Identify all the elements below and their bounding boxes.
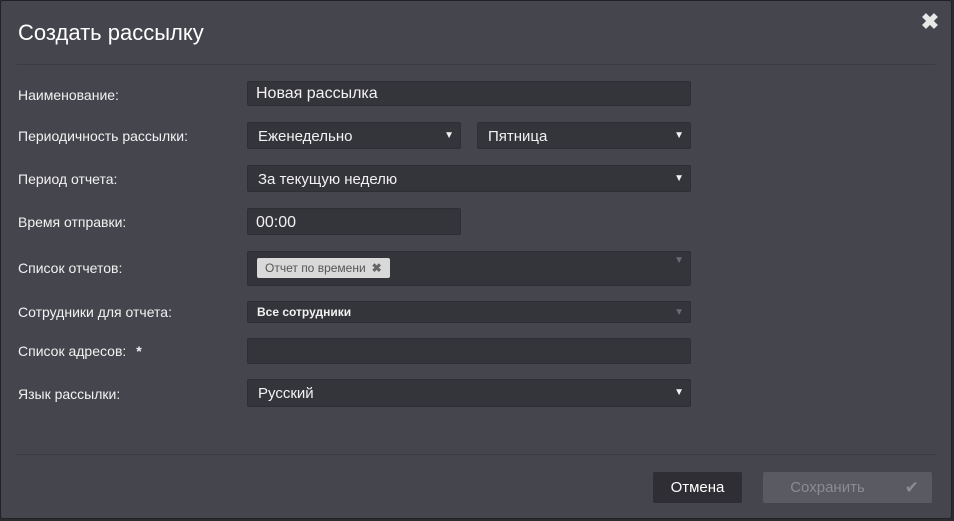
send-time-value: 00:00: [256, 214, 297, 231]
periodicity-select[interactable]: Еженедельно ▼: [247, 122, 461, 149]
report-list-multiselect[interactable]: Отчет по времени ✖ ▼: [247, 251, 691, 286]
name-input[interactable]: Новая рассылка: [247, 81, 691, 106]
save-button-label: Сохранить: [790, 479, 865, 496]
periodicity-value: Еженедельно: [258, 128, 353, 145]
required-mark: *: [136, 343, 142, 359]
chevron-down-icon: ▼: [674, 255, 684, 266]
addresses-input[interactable]: [247, 338, 691, 364]
language-label: Язык рассылки:: [18, 386, 121, 402]
employees-label: Сотрудники для отчета:: [18, 304, 172, 320]
report-tag: Отчет по времени ✖: [257, 258, 390, 278]
name-value: Новая рассылка: [256, 85, 378, 102]
footer-divider: [17, 454, 935, 455]
chevron-down-icon: ▼: [674, 307, 684, 318]
create-mailing-dialog: Создать рассылку ✖ Наименование: Новая р…: [0, 0, 952, 519]
chevron-down-icon: ▼: [674, 173, 684, 184]
chevron-down-icon: ▼: [674, 130, 684, 141]
employees-value: Все сотрудники: [257, 305, 352, 319]
weekday-value: Пятница: [488, 128, 548, 145]
addresses-label: Список адресов: *: [18, 343, 142, 359]
report-tag-label: Отчет по времени: [265, 261, 366, 275]
cancel-button[interactable]: Отмена: [653, 472, 742, 503]
language-value: Русский: [258, 385, 314, 402]
periodicity-label: Периодичность рассылки:: [18, 128, 188, 144]
addresses-label-text: Список адресов:: [18, 343, 127, 359]
send-time-label: Время отправки:: [18, 214, 127, 230]
report-period-value: За текущую неделю: [258, 171, 398, 188]
save-button[interactable]: Сохранить ✔: [763, 472, 932, 503]
employees-select[interactable]: Все сотрудники ▼: [247, 301, 691, 323]
header-divider: [17, 64, 935, 65]
close-icon[interactable]: ✖: [919, 11, 941, 33]
remove-tag-icon[interactable]: ✖: [372, 261, 382, 275]
report-period-label: Период отчета:: [18, 171, 118, 187]
report-period-select[interactable]: За текущую неделю ▼: [247, 165, 691, 192]
check-icon: ✔: [904, 478, 919, 497]
language-select[interactable]: Русский ▼: [247, 379, 691, 407]
name-label: Наименование:: [18, 87, 119, 103]
send-time-input[interactable]: 00:00: [247, 208, 461, 235]
dialog-title: Создать рассылку: [18, 20, 204, 45]
report-list-label: Список отчетов:: [18, 260, 123, 276]
chevron-down-icon: ▼: [444, 130, 454, 141]
chevron-down-icon: ▼: [674, 387, 684, 398]
weekday-select[interactable]: Пятница ▼: [477, 122, 691, 149]
